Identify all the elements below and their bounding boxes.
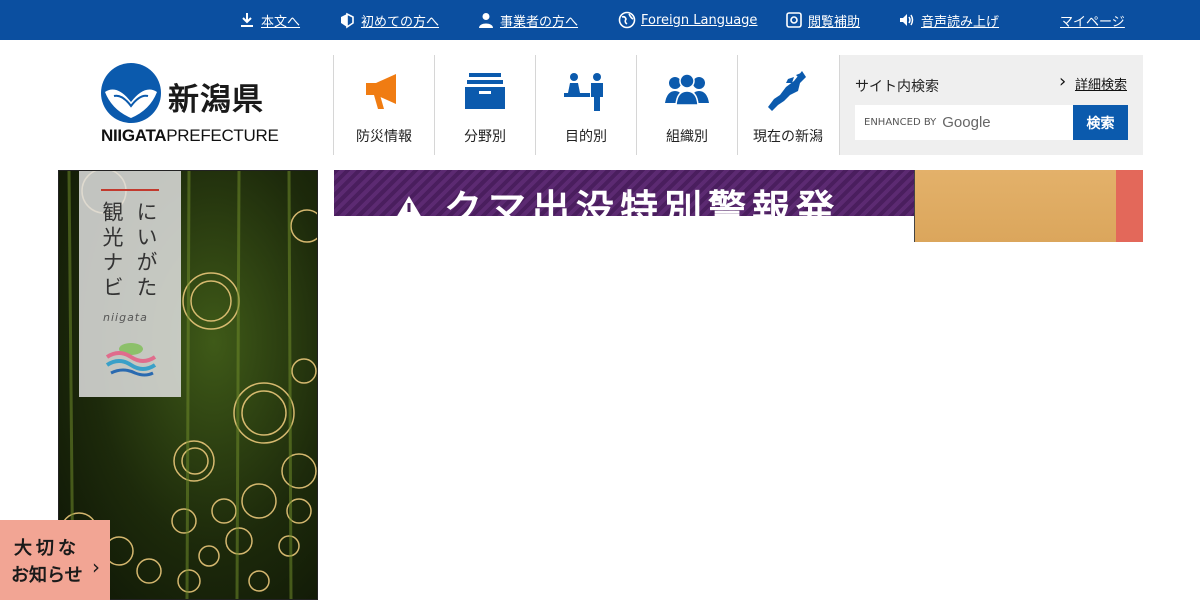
- accessibility-link[interactable]: 閲覧補助: [785, 0, 860, 40]
- accessibility-settings-icon: [786, 12, 802, 28]
- bear-alert-banner[interactable]: クマ出没特別警報発: [334, 170, 915, 216]
- speaker-icon: [900, 14, 914, 26]
- important-notice-line1: 大切な: [14, 538, 80, 559]
- top-utility-bar: 本文へ 初めての方へ 事業者の方へ Foreign Language 閲覧補助 …: [0, 0, 1200, 40]
- label-accent-line: [101, 189, 159, 191]
- logo-english-name: NIIGATAPREFECTURE: [101, 126, 279, 146]
- service-counter-icon: [564, 73, 603, 111]
- person-icon: [479, 13, 493, 28]
- for-businesses-link[interactable]: 事業者の方へ: [477, 0, 578, 40]
- advanced-search-link[interactable]: 詳細検索: [1059, 71, 1127, 93]
- niigata-map-icon: [768, 71, 806, 111]
- logo-japanese-name: 新潟県: [168, 82, 264, 118]
- text-to-speech-label: 音声読み上げ: [921, 14, 1000, 30]
- megaphone-icon: [366, 74, 396, 109]
- nav-current-niigata-label: 現在の新潟: [753, 129, 823, 145]
- people-group-icon: [665, 73, 709, 106]
- niigata-emblem-icon: [101, 63, 161, 123]
- side-banner-panel: [915, 170, 1117, 242]
- first-time-visitors-label: 初めての方へ: [361, 14, 440, 30]
- search-placeholder-brand: Google: [942, 114, 991, 131]
- search-button[interactable]: 検索: [1073, 105, 1128, 140]
- alert-banner-text: クマ出没特別警報発: [444, 186, 841, 216]
- my-page-link[interactable]: マイページ: [1060, 0, 1125, 40]
- side-banner-image[interactable]: [914, 170, 1143, 242]
- warning-triangle-icon: [397, 196, 421, 216]
- foreign-language-label: Foreign Language: [641, 12, 758, 28]
- file-box-icon: [465, 73, 505, 109]
- nav-by-purpose-label: 目的別: [565, 129, 607, 145]
- logo-english-rest: PREFECTURE: [166, 126, 279, 145]
- tourism-logo-icon: [105, 343, 157, 377]
- first-time-visitors-link[interactable]: 初めての方へ: [338, 0, 439, 40]
- globe-icon: [618, 11, 636, 29]
- tourism-title-line2: 観光ナビ: [100, 201, 124, 301]
- chevron-right-icon: ›: [92, 555, 100, 579]
- site-search-panel: サイト内検索 詳細検索 ENHANCED BY Google 検索: [839, 55, 1143, 155]
- important-notice-button[interactable]: 大切な お知らせ ›: [0, 520, 110, 600]
- tourism-navi-label: にいがた 観光ナビ niigata: [79, 171, 181, 397]
- nav-by-organization-label: 組織別: [666, 129, 708, 145]
- for-businesses-label: 事業者の方へ: [500, 14, 579, 30]
- nav-disaster-info-label: 防災情報: [356, 129, 412, 145]
- logo-english-bold: NIIGATA: [101, 126, 167, 145]
- skip-to-content-link[interactable]: 本文へ: [238, 0, 300, 40]
- side-banner-stripe: [1116, 170, 1143, 242]
- nav-disaster-info[interactable]: 防災情報: [333, 55, 434, 155]
- foreign-language-link[interactable]: Foreign Language: [618, 0, 757, 40]
- skip-to-content-label: 本文へ: [261, 14, 301, 30]
- tourism-subtitle: niigata: [103, 311, 148, 324]
- tourism-title-line1: にいがた: [134, 201, 158, 301]
- site-logo[interactable]: 新潟県 NIIGATAPREFECTURE: [100, 62, 280, 152]
- nav-current-niigata[interactable]: 現在の新潟: [737, 55, 838, 155]
- text-to-speech-link[interactable]: 音声読み上げ: [898, 0, 999, 40]
- nav-by-organization[interactable]: 組織別: [636, 55, 737, 155]
- download-arrow-icon: [241, 13, 253, 27]
- beginner-mark-icon: [341, 12, 354, 29]
- my-page-label: マイページ: [1060, 14, 1125, 30]
- nav-by-field[interactable]: 分野別: [434, 55, 535, 155]
- nav-by-purpose[interactable]: 目的別: [535, 55, 636, 155]
- accessibility-label: 閲覧補助: [808, 14, 861, 30]
- important-notice-line2: お知らせ: [11, 565, 83, 586]
- search-title: サイト内検索: [855, 79, 939, 95]
- search-placeholder-prefix: ENHANCED BY: [864, 117, 937, 128]
- nav-by-field-label: 分野別: [464, 129, 506, 145]
- search-input[interactable]: ENHANCED BY Google: [855, 105, 1073, 140]
